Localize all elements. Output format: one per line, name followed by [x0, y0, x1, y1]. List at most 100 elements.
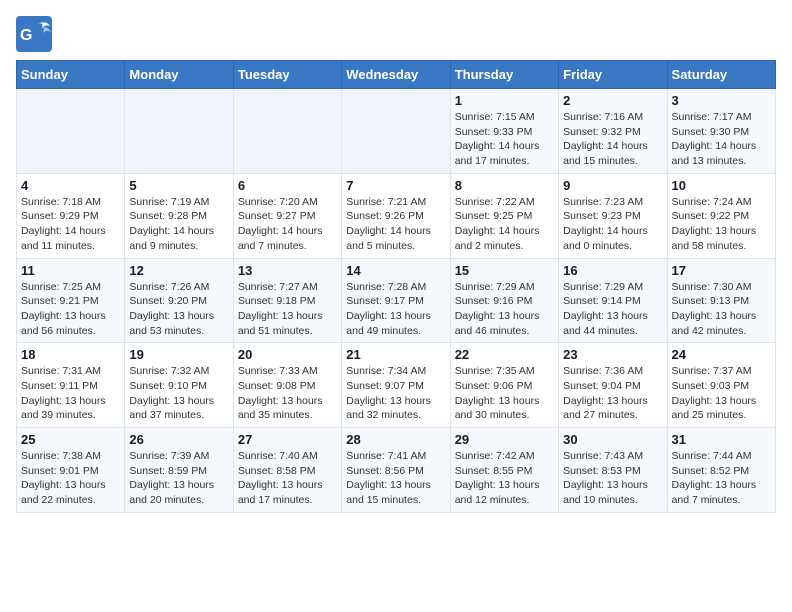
day-info: Sunrise: 7:32 AM Sunset: 9:10 PM Dayligh… [129, 364, 228, 423]
calendar-cell: 23 Sunrise: 7:36 AM Sunset: 9:04 PM Dayli… [559, 343, 667, 428]
day-info: Sunrise: 7:27 AM Sunset: 9:18 PM Dayligh… [238, 280, 337, 339]
calendar-header-row: SundayMondayTuesdayWednesdayThursdayFrid… [17, 61, 776, 89]
day-info: Sunrise: 7:33 AM Sunset: 9:08 PM Dayligh… [238, 364, 337, 423]
calendar-cell: 4 Sunrise: 7:18 AM Sunset: 9:29 PM Daylig… [17, 173, 125, 258]
calendar-cell: 9 Sunrise: 7:23 AM Sunset: 9:23 PM Daylig… [559, 173, 667, 258]
day-info: Sunrise: 7:30 AM Sunset: 9:13 PM Dayligh… [672, 280, 771, 339]
day-info: Sunrise: 7:17 AM Sunset: 9:30 PM Dayligh… [672, 110, 771, 169]
day-info: Sunrise: 7:31 AM Sunset: 9:11 PM Dayligh… [21, 364, 120, 423]
header-monday: Monday [125, 61, 233, 89]
day-number: 15 [455, 263, 554, 278]
calendar-cell: 22 Sunrise: 7:35 AM Sunset: 9:06 PM Dayli… [450, 343, 558, 428]
day-number: 9 [563, 178, 662, 193]
calendar-cell: 12 Sunrise: 7:26 AM Sunset: 9:20 PM Dayli… [125, 258, 233, 343]
calendar-cell: 6 Sunrise: 7:20 AM Sunset: 9:27 PM Daylig… [233, 173, 341, 258]
day-info: Sunrise: 7:22 AM Sunset: 9:25 PM Dayligh… [455, 195, 554, 254]
day-info: Sunrise: 7:38 AM Sunset: 9:01 PM Dayligh… [21, 449, 120, 508]
calendar-week-row: 1 Sunrise: 7:15 AM Sunset: 9:33 PM Daylig… [17, 89, 776, 174]
day-number: 3 [672, 93, 771, 108]
day-number: 7 [346, 178, 445, 193]
calendar-cell: 3 Sunrise: 7:17 AM Sunset: 9:30 PM Daylig… [667, 89, 775, 174]
calendar-cell: 15 Sunrise: 7:29 AM Sunset: 9:16 PM Dayli… [450, 258, 558, 343]
header-tuesday: Tuesday [233, 61, 341, 89]
day-number: 16 [563, 263, 662, 278]
calendar-week-row: 4 Sunrise: 7:18 AM Sunset: 9:29 PM Daylig… [17, 173, 776, 258]
day-number: 30 [563, 432, 662, 447]
day-number: 10 [672, 178, 771, 193]
day-number: 23 [563, 347, 662, 362]
day-number: 12 [129, 263, 228, 278]
logo-icon: G [16, 16, 52, 52]
calendar-cell: 8 Sunrise: 7:22 AM Sunset: 9:25 PM Daylig… [450, 173, 558, 258]
calendar-cell: 29Sunrise: 7:42 AM Sunset: 8:55 PM Dayli… [450, 428, 558, 513]
day-info: Sunrise: 7:25 AM Sunset: 9:21 PM Dayligh… [21, 280, 120, 339]
logo: G [16, 16, 56, 52]
day-info: Sunrise: 7:44 AM Sunset: 8:52 PM Dayligh… [672, 449, 771, 508]
day-info: Sunrise: 7:41 AM Sunset: 8:56 PM Dayligh… [346, 449, 445, 508]
day-number: 31 [672, 432, 771, 447]
svg-text:G: G [20, 27, 32, 44]
calendar-cell: 1 Sunrise: 7:15 AM Sunset: 9:33 PM Daylig… [450, 89, 558, 174]
calendar-cell: 27 Sunrise: 7:40 AM Sunset: 8:58 PM Dayli… [233, 428, 341, 513]
calendar-week-row: 18Sunrise: 7:31 AM Sunset: 9:11 PM Dayli… [17, 343, 776, 428]
day-info: Sunrise: 7:21 AM Sunset: 9:26 PM Dayligh… [346, 195, 445, 254]
day-number: 25 [21, 432, 120, 447]
calendar-week-row: 25 Sunrise: 7:38 AM Sunset: 9:01 PM Dayli… [17, 428, 776, 513]
calendar-cell [233, 89, 341, 174]
day-number: 20 [238, 347, 337, 362]
calendar-cell: 2Sunrise: 7:16 AM Sunset: 9:32 PM Daylig… [559, 89, 667, 174]
calendar-cell: 26 Sunrise: 7:39 AM Sunset: 8:59 PM Dayli… [125, 428, 233, 513]
day-number: 22 [455, 347, 554, 362]
calendar-cell: 30 Sunrise: 7:43 AM Sunset: 8:53 PM Dayli… [559, 428, 667, 513]
day-info: Sunrise: 7:43 AM Sunset: 8:53 PM Dayligh… [563, 449, 662, 508]
day-number: 4 [21, 178, 120, 193]
day-number: 14 [346, 263, 445, 278]
day-number: 13 [238, 263, 337, 278]
day-number: 8 [455, 178, 554, 193]
header-saturday: Saturday [667, 61, 775, 89]
day-number: 28 [346, 432, 445, 447]
day-info: Sunrise: 7:39 AM Sunset: 8:59 PM Dayligh… [129, 449, 228, 508]
day-info: Sunrise: 7:37 AM Sunset: 9:03 PM Dayligh… [672, 364, 771, 423]
day-info: Sunrise: 7:40 AM Sunset: 8:58 PM Dayligh… [238, 449, 337, 508]
calendar-cell: 28 Sunrise: 7:41 AM Sunset: 8:56 PM Dayli… [342, 428, 450, 513]
header-thursday: Thursday [450, 61, 558, 89]
day-number: 29 [455, 432, 554, 447]
day-number: 6 [238, 178, 337, 193]
calendar-cell: 17Sunrise: 7:30 AM Sunset: 9:13 PM Dayli… [667, 258, 775, 343]
calendar-cell: 19 Sunrise: 7:32 AM Sunset: 9:10 PM Dayli… [125, 343, 233, 428]
header-friday: Friday [559, 61, 667, 89]
day-number: 5 [129, 178, 228, 193]
calendar-cell: 31 Sunrise: 7:44 AM Sunset: 8:52 PM Dayli… [667, 428, 775, 513]
day-number: 26 [129, 432, 228, 447]
day-info: Sunrise: 7:15 AM Sunset: 9:33 PM Dayligh… [455, 110, 554, 169]
day-info: Sunrise: 7:20 AM Sunset: 9:27 PM Dayligh… [238, 195, 337, 254]
day-info: Sunrise: 7:34 AM Sunset: 9:07 PM Dayligh… [346, 364, 445, 423]
calendar-cell [17, 89, 125, 174]
calendar-cell: 21 Sunrise: 7:34 AM Sunset: 9:07 PM Dayli… [342, 343, 450, 428]
header-wednesday: Wednesday [342, 61, 450, 89]
calendar-cell [342, 89, 450, 174]
day-info: Sunrise: 7:35 AM Sunset: 9:06 PM Dayligh… [455, 364, 554, 423]
calendar-cell: 11Sunrise: 7:25 AM Sunset: 9:21 PM Dayli… [17, 258, 125, 343]
day-info: Sunrise: 7:36 AM Sunset: 9:04 PM Dayligh… [563, 364, 662, 423]
day-info: Sunrise: 7:26 AM Sunset: 9:20 PM Dayligh… [129, 280, 228, 339]
day-number: 27 [238, 432, 337, 447]
calendar-cell: 25 Sunrise: 7:38 AM Sunset: 9:01 PM Dayli… [17, 428, 125, 513]
calendar-cell: 24 Sunrise: 7:37 AM Sunset: 9:03 PM Dayli… [667, 343, 775, 428]
day-info: Sunrise: 7:23 AM Sunset: 9:23 PM Dayligh… [563, 195, 662, 254]
day-number: 1 [455, 93, 554, 108]
calendar-table: SundayMondayTuesdayWednesdayThursdayFrid… [16, 60, 776, 513]
calendar-cell: 10Sunrise: 7:24 AM Sunset: 9:22 PM Dayli… [667, 173, 775, 258]
calendar-cell [125, 89, 233, 174]
calendar-cell: 5Sunrise: 7:19 AM Sunset: 9:28 PM Daylig… [125, 173, 233, 258]
calendar-cell: 14Sunrise: 7:28 AM Sunset: 9:17 PM Dayli… [342, 258, 450, 343]
day-number: 21 [346, 347, 445, 362]
day-info: Sunrise: 7:18 AM Sunset: 9:29 PM Dayligh… [21, 195, 120, 254]
calendar-week-row: 11Sunrise: 7:25 AM Sunset: 9:21 PM Dayli… [17, 258, 776, 343]
day-number: 19 [129, 347, 228, 362]
day-info: Sunrise: 7:29 AM Sunset: 9:16 PM Dayligh… [455, 280, 554, 339]
page-header: G [16, 16, 776, 52]
day-number: 24 [672, 347, 771, 362]
day-info: Sunrise: 7:29 AM Sunset: 9:14 PM Dayligh… [563, 280, 662, 339]
